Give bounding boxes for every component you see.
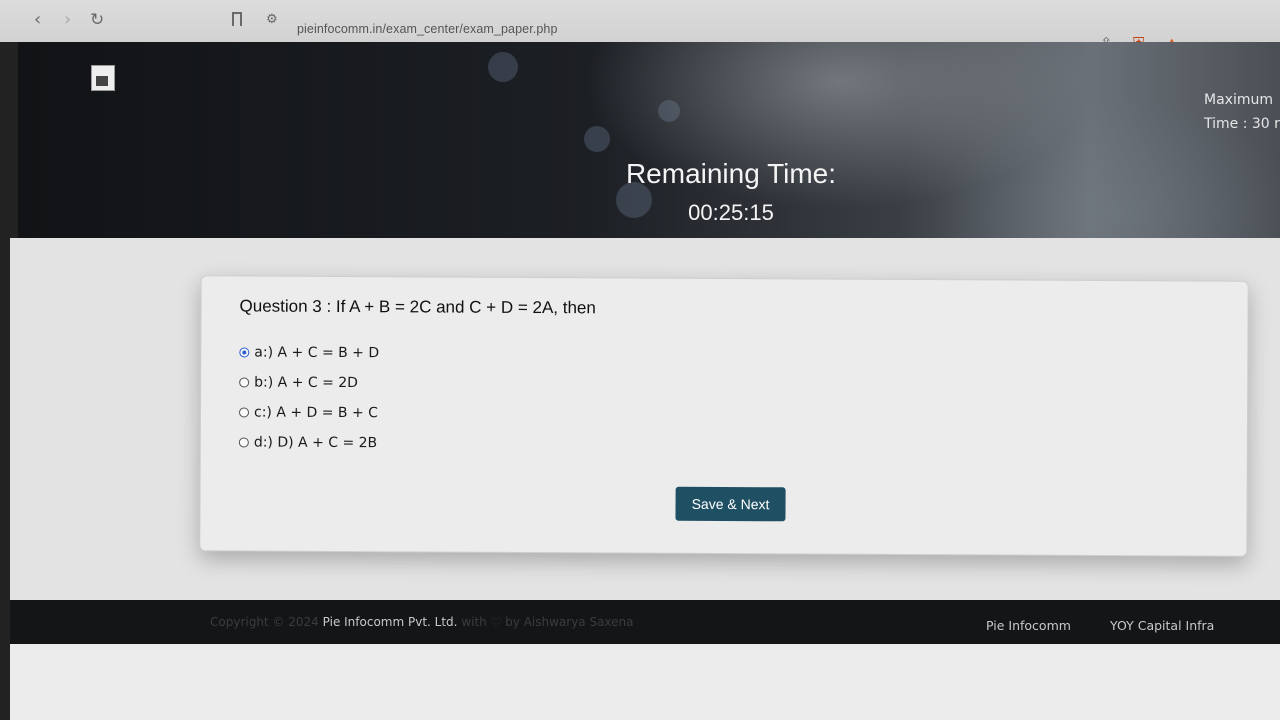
option-d[interactable]: d:) D) A + C = 2B (238, 434, 378, 452)
exam-duration-label: Time : 30 r (1204, 116, 1280, 132)
exam-content-area: Question 3 : If A + B = 2C and C + D = 2… (10, 238, 1280, 600)
radio-option-c[interactable] (238, 407, 250, 418)
footer-copyright: Copyright © 2024 Pie Infocomm Pvt. Ltd. … (210, 615, 634, 629)
back-icon[interactable]: ‹ (34, 10, 41, 30)
question-card: Question 3 : If A + B = 2C and C + D = 2… (199, 275, 1249, 557)
forward-icon[interactable]: › (64, 10, 71, 30)
remaining-time-label: Remaining Time: (625, 158, 837, 189)
radio-option-a[interactable] (239, 347, 250, 358)
page-footer: Copyright © 2024 Pie Infocomm Pvt. Ltd. … (10, 600, 1280, 644)
radio-option-b[interactable] (239, 377, 250, 388)
decorative-bokeh (488, 52, 518, 82)
save-next-button[interactable]: Save & Next (675, 486, 786, 522)
site-info-icon[interactable]: ⚙ (266, 12, 278, 27)
radio-option-d[interactable] (238, 437, 249, 448)
option-c-label: c:) A + D = B + C (253, 404, 379, 422)
site-logo-image (91, 65, 115, 91)
bookmark-icon[interactable] (232, 12, 242, 26)
question-text: Question 3 : If A + B = 2C and C + D = 2… (239, 296, 596, 318)
footer-company-name: Pie Infocomm Pvt. Ltd. (322, 615, 458, 629)
option-d-label: d:) D) A + C = 2B (253, 434, 378, 452)
option-b-label: b:) A + C = 2D (254, 374, 359, 392)
exam-header-banner: Maximum Time : 30 r Remaining Time: 00:2… (18, 42, 1280, 238)
maximum-marks-label: Maximum (1204, 92, 1273, 108)
decorative-bokeh (584, 126, 610, 152)
option-b[interactable]: b:) A + C = 2D (239, 374, 358, 391)
reload-icon[interactable]: ↻ (90, 10, 104, 30)
option-a-label: a:) A + C = B + D (254, 344, 380, 362)
exam-info: Maximum Time : 30 r (1204, 88, 1280, 136)
footer-link-pie-infocomm[interactable]: Pie Infocomm (986, 618, 1071, 633)
countdown-timer: 00:25:15 (688, 200, 774, 225)
option-c[interactable]: c:) A + D = B + C (238, 404, 379, 422)
decorative-bokeh (658, 100, 680, 122)
address-bar-url[interactable]: pieinfocomm.in/exam_center/exam_paper.ph… (297, 22, 558, 36)
copyright-text: Copyright © 2024 (210, 615, 319, 629)
footer-link-yoy-capital-infra[interactable]: YOY Capital Infra (1110, 618, 1214, 633)
footer-credit: with ♡ by Aishwarya Saxena (461, 615, 634, 629)
below-footer-area (10, 644, 1280, 720)
option-a[interactable]: a:) A + C = B + D (239, 344, 379, 361)
browser-toolbar: ‹ › ↻ ⚙ pieinfocomm.in/exam_center/exam_… (0, 0, 1280, 52)
